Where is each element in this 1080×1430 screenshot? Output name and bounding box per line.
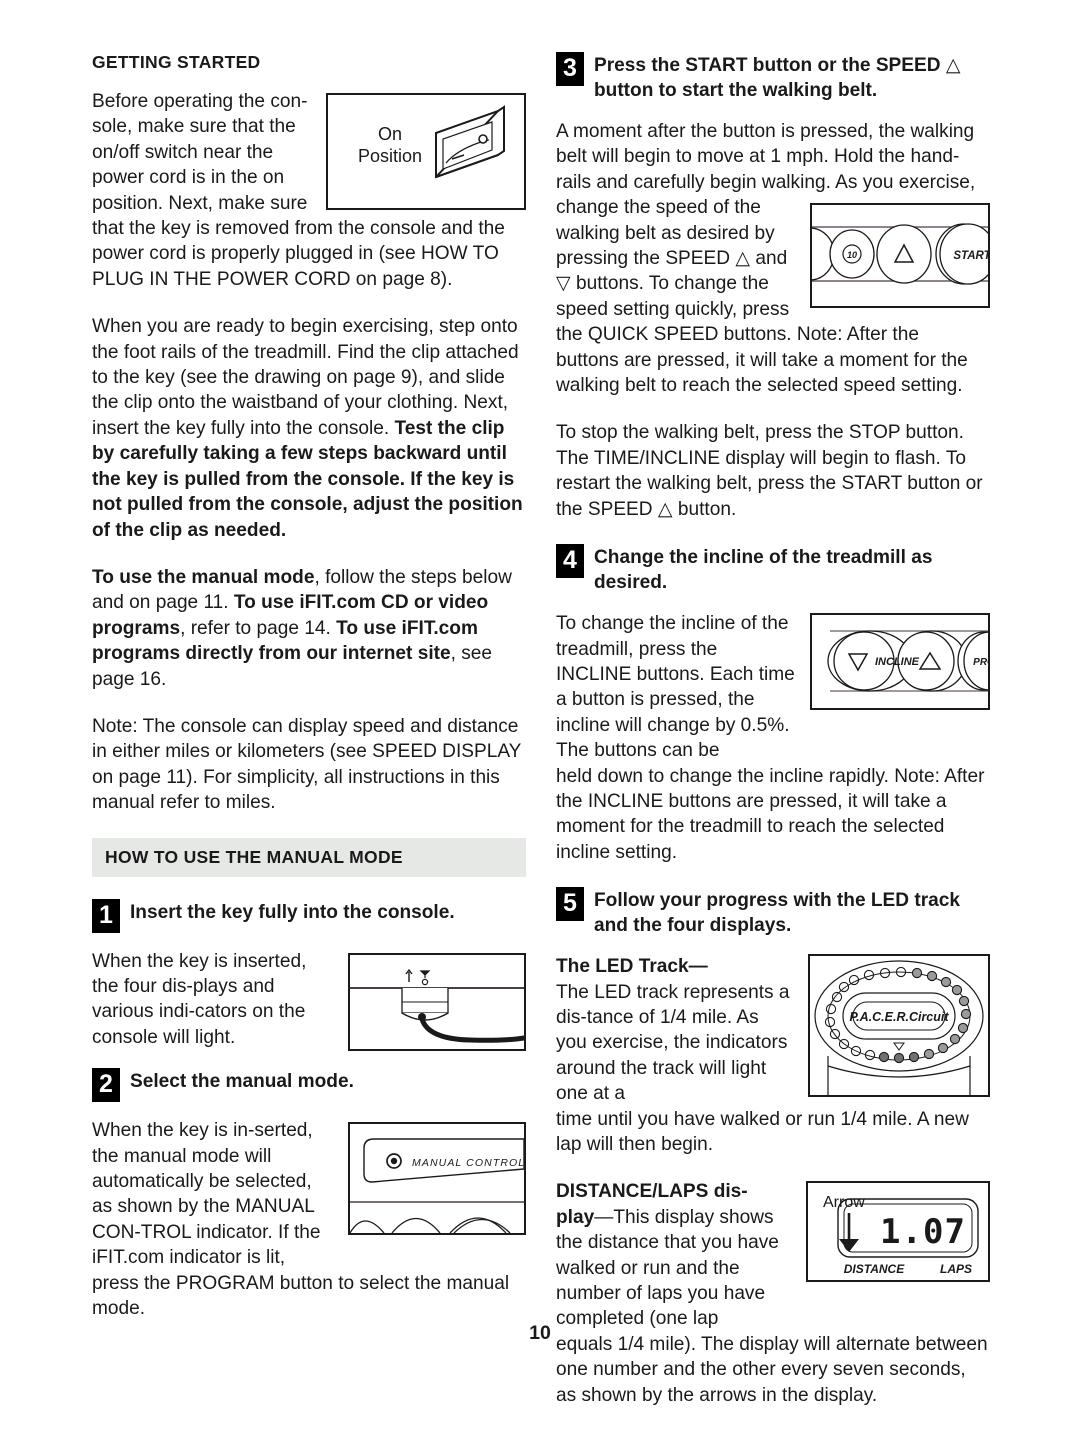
step-4-header: 4 Change the incline of the treadmill as…	[556, 544, 990, 595]
step-2-body-block: MANUAL CONTROL When the key is in-serted…	[92, 1118, 526, 1343]
distance-value: 1.07	[880, 1212, 966, 1252]
figure-incline-buttons: INCLINE PRO	[810, 613, 990, 711]
paragraph-note-units: Note: The console can display speed and …	[92, 715, 522, 814]
paragraph-modes: To use the manual mode, follow the steps…	[92, 566, 512, 690]
program-button-label: PRO	[973, 657, 988, 668]
step-3-body-c: buttons are pressed, it will take a mome…	[556, 349, 968, 397]
step-4-number: 4	[556, 544, 584, 579]
led-track-paragraph-b: time until you have walked or run 1/4 mi…	[556, 1108, 969, 1155]
step-3-body-d: To stop the walking belt, press the STOP…	[556, 422, 983, 520]
manual-control-label: MANUAL CONTROL	[412, 1157, 524, 1169]
step-4-body-block: INCLINE PRO To change the incline of the…	[556, 611, 990, 887]
distance-laps-block: Arrow 1.07 DISTANCE LAPS DISTANCE/LAPS d…	[556, 1179, 990, 1430]
paragraph-when-ready: When you are ready to begin exercising, …	[92, 316, 523, 541]
figure-key-inserted-console	[348, 952, 526, 1051]
step-5-title: Follow your progress with the LED track …	[594, 890, 961, 937]
step-3-body-block: 10 START change the speed of the walking…	[556, 195, 990, 420]
led-track-illustration: P.A.C.E.R.Circuit	[814, 960, 984, 1096]
step-3-header: 3 Press the START button or the SPEED △ …	[556, 52, 990, 103]
switch-label-line1: On	[378, 124, 402, 144]
step-3-number: 3	[556, 52, 584, 86]
section-heading-getting-started: GETTING STARTED	[92, 52, 261, 72]
page-number: 10	[529, 1322, 551, 1344]
step-4-body-b: held down to change the incline rapidly.…	[556, 765, 985, 863]
speed-up-triangle-icon-inline: △	[735, 248, 751, 270]
incline-buttons-illustration: INCLINE PRO	[827, 630, 988, 692]
step-1-header: 1 Insert the key fully into the console.	[92, 898, 526, 933]
figure-on-position-switch: On Position	[326, 93, 526, 210]
step-1-number: 1	[92, 898, 120, 933]
speed-buttons-illustration: 10 START	[812, 223, 988, 285]
step-2-header: 2 Select the manual mode.	[92, 1068, 526, 1103]
figure-speed-start-buttons: 10 START	[810, 203, 990, 309]
quick-speed-10-label: 10	[847, 250, 857, 260]
arrow-callout-label: Arrow	[823, 1194, 865, 1211]
manual-control-illustration: MANUAL CONTROL	[350, 1138, 524, 1234]
getting-started-block: On Position Before operating the con-sol…	[92, 89, 526, 314]
led-track-block: P.A.C.E.R.Circuit The LED Track— The LED…	[556, 954, 990, 1179]
pacer-circuit-logo: P.A.C.E.R.Circuit	[849, 1010, 949, 1024]
switch-label-line2: Position	[358, 146, 422, 166]
key-console-illustration	[350, 968, 524, 1043]
distance-laps-illustration: Arrow 1.07 DISTANCE LAPS	[823, 1194, 979, 1276]
step-3-title: Press the START button or the SPEED △ bu…	[594, 55, 961, 101]
step-4-title: Change the incline of the treadmill as d…	[594, 547, 933, 594]
step-2-title: Select the manual mode.	[130, 1071, 354, 1093]
laps-label: LAPS	[940, 1262, 972, 1276]
start-button-label: START	[953, 250, 988, 262]
speed-up-triangle-icon: △	[945, 55, 961, 76]
band-how-to-use-manual-mode: HOW TO USE THE MANUAL MODE	[92, 837, 526, 877]
figure-distance-laps-display: Arrow 1.07 DISTANCE LAPS	[806, 1181, 990, 1283]
step-2-number: 2	[92, 1068, 120, 1103]
step-5-number: 5	[556, 887, 584, 922]
step-3-body-a: A moment after the button is pressed, th…	[556, 121, 976, 193]
step-5-header: 5 Follow your progress with the LED trac…	[556, 887, 990, 938]
figure-manual-control-indicator: MANUAL CONTROL	[348, 1122, 526, 1236]
step-1-title: Insert the key fully into the console.	[130, 901, 455, 923]
step-2-body-b: press the PROGRAM button to select the m…	[92, 1272, 510, 1320]
on-position-switch-illustration: On Position	[358, 105, 505, 179]
step-1-body-block: When the key is inserted, the four dis-p…	[92, 949, 526, 1073]
incline-label: INCLINE	[875, 656, 920, 668]
distance-label: DISTANCE	[844, 1262, 905, 1276]
figure-led-track: P.A.C.E.R.Circuit	[808, 954, 990, 1098]
led-track-bold-lead: The LED Track—	[556, 956, 708, 978]
speed-down-triangle-icon-inline: ▽	[556, 273, 571, 295]
speed-up-triangle-icon-inline-2: △	[657, 498, 673, 520]
right-column: 3 Press the START button or the SPEED △ …	[556, 52, 990, 1430]
manual-page: GETTING STARTED On Position Before opera…	[0, 0, 1080, 1406]
left-column: GETTING STARTED On Position Before opera…	[92, 52, 526, 1343]
